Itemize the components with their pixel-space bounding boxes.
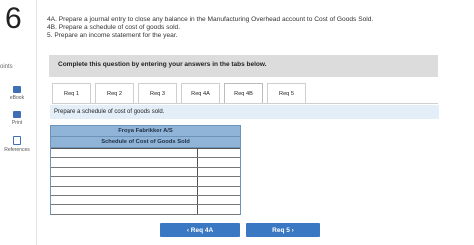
amount-input[interactable]: [198, 186, 240, 195]
sidebar-divider: [36, 0, 37, 245]
tab-req-3[interactable]: Req 3: [138, 83, 177, 103]
references-icon: [13, 136, 21, 145]
instruction-line: 4B. Prepare a schedule of cost of goods …: [47, 24, 181, 31]
amount-input[interactable]: [198, 205, 240, 214]
schedule-table: Froya Fabrikker A/S Schedule of Cost of …: [50, 125, 241, 215]
tab-req-1[interactable]: Req 1: [52, 83, 91, 103]
account-input[interactable]: [51, 195, 198, 205]
sidebar-item-print[interactable]: Print: [0, 111, 34, 126]
table-row: [51, 148, 240, 159]
schedule-header: Froya Fabrikker A/S Schedule of Cost of …: [50, 125, 241, 148]
instruction-line: 5. Prepare an income statement for the y…: [47, 32, 178, 39]
amount-input[interactable]: [198, 158, 240, 167]
instruction-banner: Complete this question by entering your …: [49, 55, 438, 77]
amount-input[interactable]: [198, 167, 240, 177]
tab-req-4a[interactable]: Req 4A: [181, 83, 220, 103]
tab-bar: Req 1 Req 2 Req 3 Req 4A Req 4B Req 5: [52, 83, 310, 103]
account-input[interactable]: [51, 177, 198, 186]
account-input[interactable]: [51, 149, 198, 158]
account-input[interactable]: [51, 186, 198, 195]
table-row: [51, 167, 240, 178]
question-number: 6: [5, 2, 22, 35]
tab-req-2[interactable]: Req 2: [95, 83, 134, 103]
company-name: Froya Fabrikker A/S: [51, 126, 240, 137]
sidebar-item-label: References: [4, 147, 30, 153]
tab-req-5[interactable]: Req 5: [267, 83, 306, 103]
account-input[interactable]: [51, 167, 198, 177]
table-row: [51, 186, 240, 196]
table-row: [51, 205, 240, 215]
points-label: oints: [0, 64, 13, 70]
next-req-button[interactable]: Req 5 ›: [246, 223, 320, 237]
sidebar-item-references[interactable]: References: [0, 136, 34, 153]
tab-divider: [52, 103, 438, 104]
sidebar-item-label: eBook: [9, 95, 25, 101]
sidebar-item-ebook[interactable]: eBook: [0, 86, 34, 101]
book-icon: [13, 86, 21, 93]
sidebar: eBook Print References: [0, 86, 34, 163]
tab-req-4b[interactable]: Req 4B: [224, 83, 263, 103]
instruction-line: 4A. Prepare a journal entry to close any…: [47, 16, 374, 23]
amount-input[interactable]: [198, 177, 240, 186]
amount-input[interactable]: [198, 149, 240, 158]
table-row: [51, 158, 240, 168]
amount-input[interactable]: [198, 195, 240, 205]
instructions: 4A. Prepare a journal entry to close any…: [47, 16, 447, 40]
printer-icon: [13, 111, 21, 118]
schedule-grid: [50, 148, 241, 215]
account-input[interactable]: [51, 158, 198, 167]
account-input[interactable]: [51, 205, 198, 214]
table-row: [51, 177, 240, 187]
sidebar-item-label: Print: [11, 120, 23, 126]
schedule-title: Schedule of Cost of Goods Sold: [101, 139, 190, 145]
prev-req-button[interactable]: ‹ Req 4A: [160, 223, 240, 237]
task-prompt: Prepare a schedule of cost of goods sold…: [50, 105, 439, 119]
table-row: [51, 195, 240, 206]
